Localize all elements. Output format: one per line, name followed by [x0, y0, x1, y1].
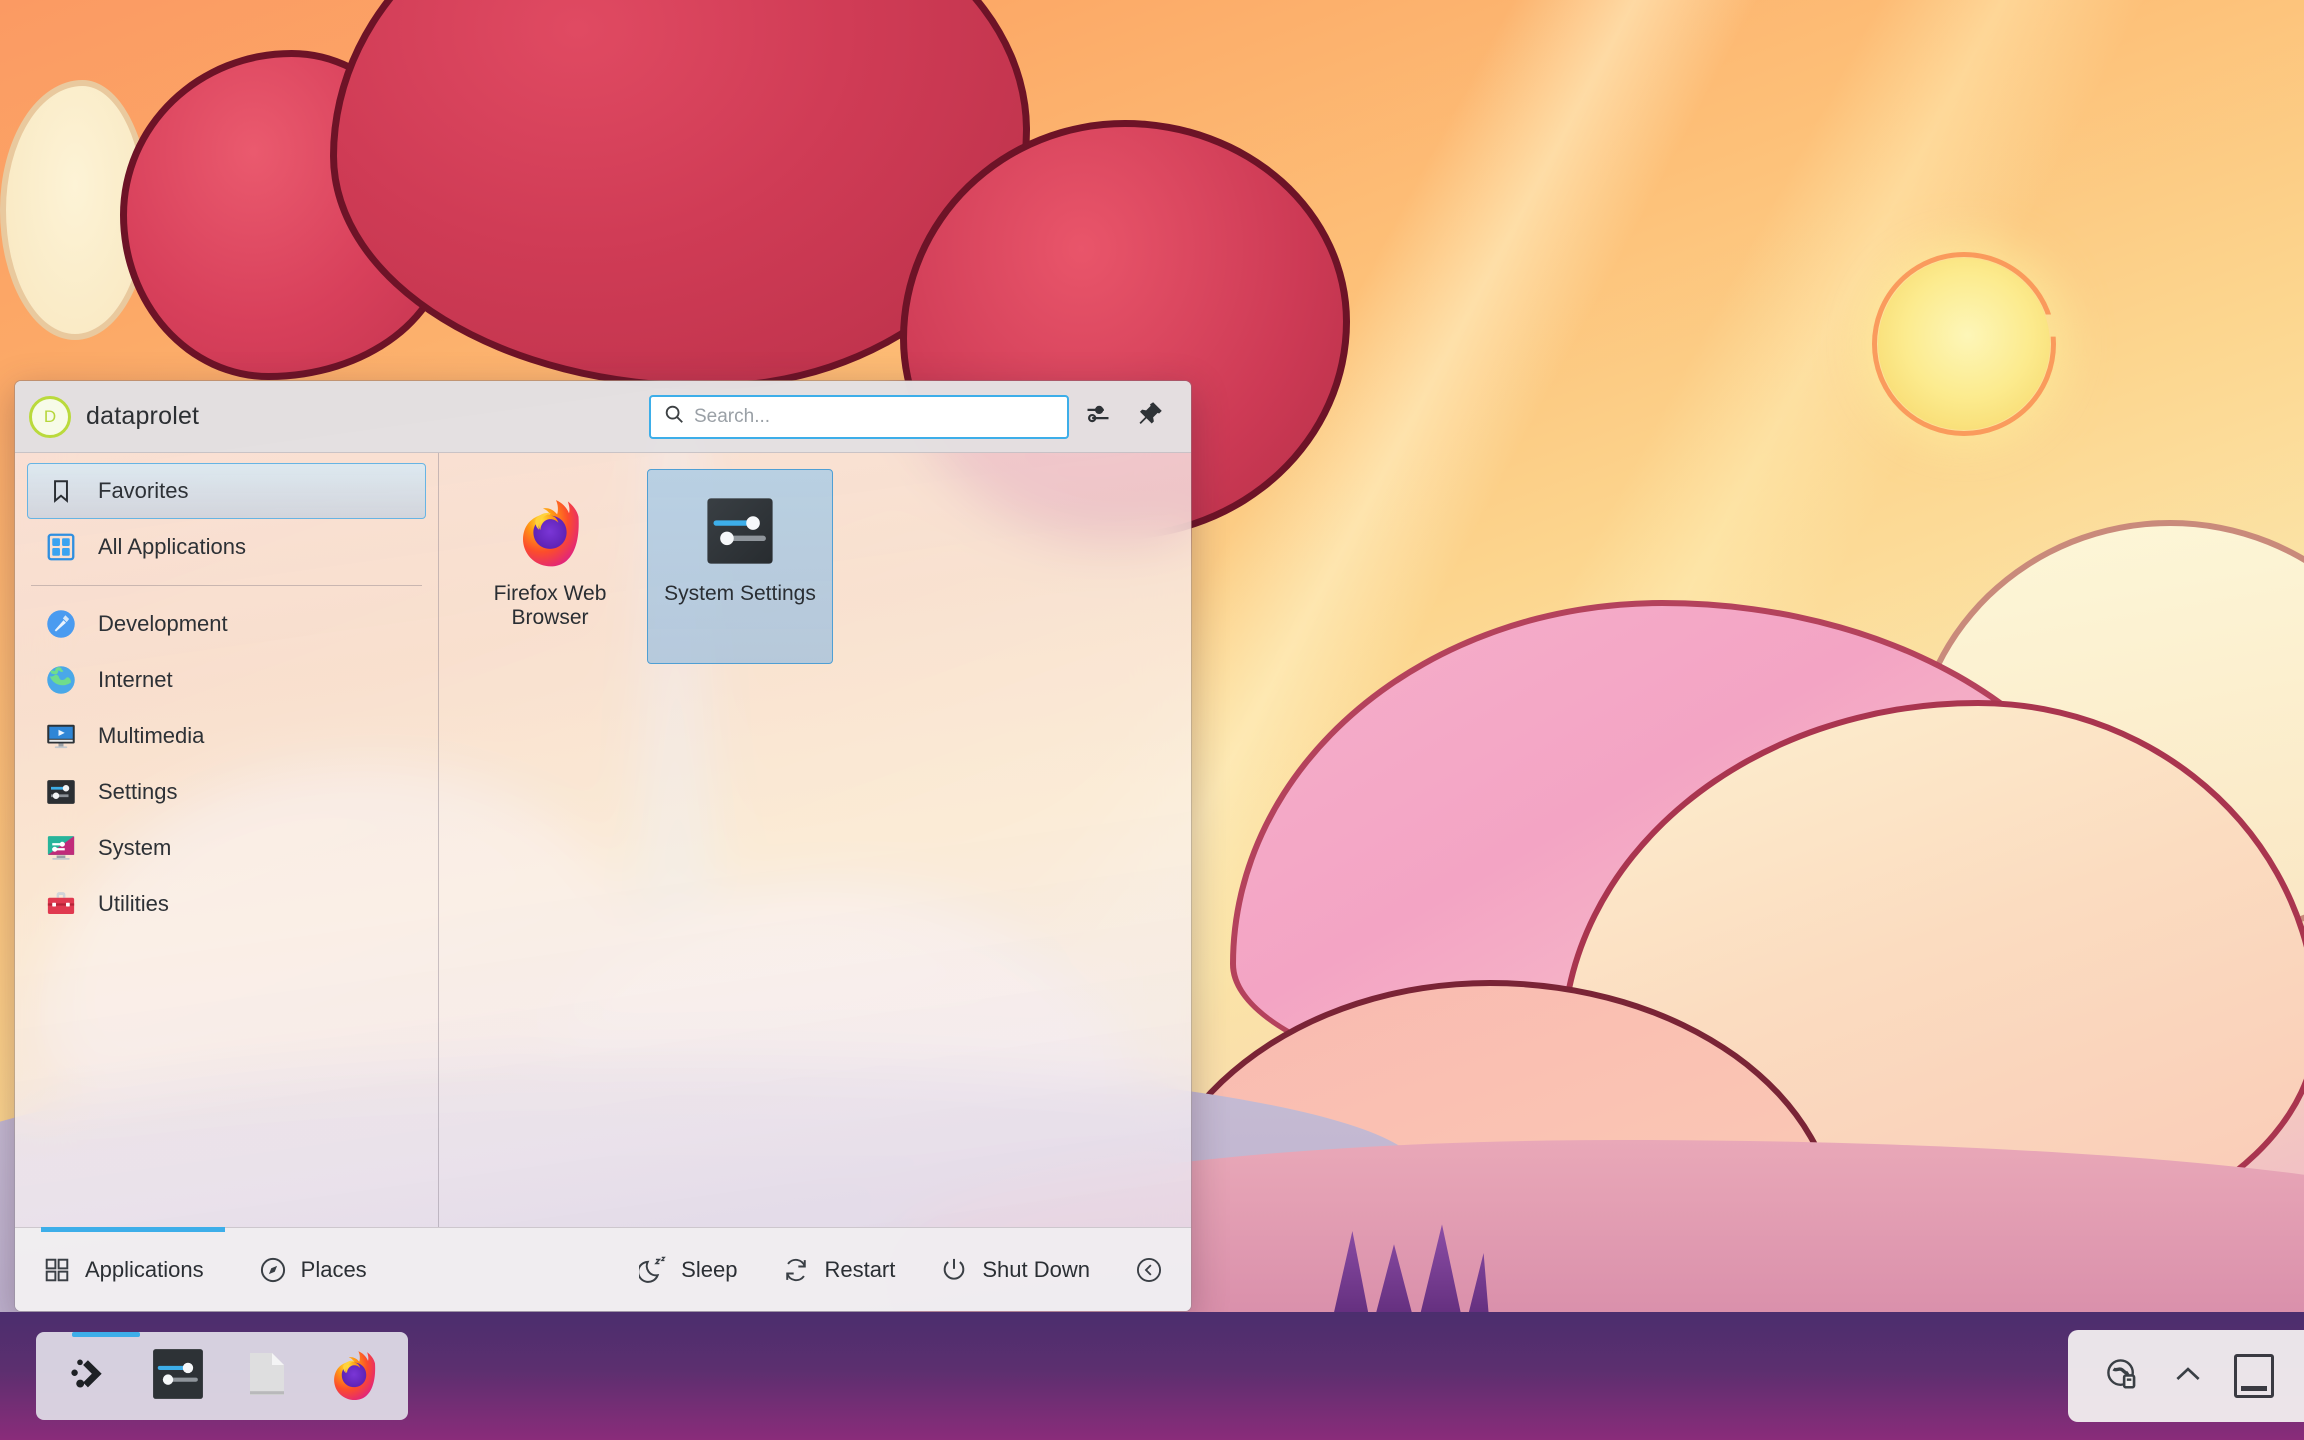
search-input[interactable] — [694, 396, 1067, 437]
launcher-footer: Applications Places Sleep Restart Shut D… — [15, 1227, 1191, 1311]
sun-outline — [1872, 252, 2056, 436]
grid-apps-icon — [46, 532, 76, 562]
system-settings-icon — [152, 1348, 204, 1405]
search-box[interactable] — [649, 394, 1069, 439]
sidebar-item-label: Internet — [98, 667, 173, 692]
system-settings-icon — [699, 490, 781, 572]
sidebar-item-label: Favorites — [98, 478, 189, 503]
active-tab-indicator — [41, 1227, 225, 1232]
task-manager — [36, 1332, 408, 1420]
moon-zzz-icon — [638, 1255, 668, 1285]
sidebar-item-settings[interactable]: Settings — [27, 764, 426, 820]
show-hidden-tray-button[interactable] — [2168, 1356, 2208, 1396]
tab-applications[interactable]: Applications — [37, 1248, 209, 1292]
power-actions: Sleep Restart Shut Down — [633, 1248, 1169, 1292]
sidebar-item-label: Development — [98, 611, 228, 636]
grid-apps-icon — [42, 1255, 72, 1285]
desktop[interactable]: D dataprolet Search... Favorites All App… — [0, 0, 2304, 1440]
power-icon — [939, 1255, 969, 1285]
network-tray-button[interactable] — [2102, 1356, 2142, 1396]
system-icon — [46, 833, 76, 863]
tab-label: Applications — [85, 1256, 204, 1282]
launcher-body: Favorites All Applications Development I… — [15, 453, 1191, 1227]
launcher-sidebar: Favorites All Applications Development I… — [15, 453, 439, 1227]
system-settings-task-button[interactable] — [138, 1336, 218, 1416]
sidebar-item-all-applications[interactable]: All Applications — [27, 519, 426, 575]
restart-button[interactable]: Restart — [776, 1248, 900, 1292]
collapse-button[interactable] — [1129, 1248, 1169, 1292]
pin-icon — [1135, 399, 1165, 434]
settings-sliders-icon — [46, 777, 76, 807]
pin-button[interactable] — [1127, 394, 1173, 440]
internet-globe-icon — [46, 665, 76, 695]
avatar[interactable]: D — [29, 395, 71, 438]
sidebar-item-utilities[interactable]: Utilities — [27, 876, 426, 932]
sidebar-item-development[interactable]: Development — [27, 596, 426, 652]
avatar-initial: D — [43, 406, 57, 426]
launcher-header: D dataprolet — [15, 381, 1191, 453]
document-task-button[interactable] — [226, 1336, 306, 1416]
sleep-button[interactable]: Sleep — [633, 1248, 742, 1292]
sidebar-item-label: Multimedia — [98, 723, 205, 748]
taskbar-panel[interactable] — [0, 1312, 2304, 1440]
chevron-up-icon — [2171, 1357, 2205, 1396]
app-label: Firefox Web Browser — [493, 582, 607, 630]
search-icon — [663, 403, 685, 430]
firefox-icon — [326, 1346, 382, 1407]
sidebar-item-system[interactable]: System — [27, 820, 426, 876]
document-icon — [242, 1350, 290, 1403]
show-desktop-icon — [2234, 1354, 2274, 1398]
sidebar-item-internet[interactable]: Internet — [27, 652, 426, 708]
sidebar-item-label: Settings — [98, 779, 178, 804]
restart-icon — [781, 1255, 811, 1285]
multimedia-icon — [46, 721, 76, 751]
power-label: Shut Down — [982, 1256, 1090, 1282]
firefox-icon — [509, 490, 591, 572]
chevron-left-circle-icon — [1134, 1255, 1164, 1285]
username-label: dataprolet — [86, 402, 200, 430]
sidebar-item-favorites[interactable]: Favorites — [27, 463, 426, 519]
task-active-indicator — [72, 1332, 140, 1337]
globe-network-icon — [2105, 1357, 2139, 1396]
sidebar-item-label: Utilities — [98, 891, 169, 916]
sidebar-divider — [31, 585, 422, 586]
tab-label: Places — [300, 1256, 367, 1282]
power-label: Sleep — [681, 1256, 738, 1282]
sidebar-item-label: System — [98, 835, 172, 860]
application-grid: Firefox Web Browser System Settings — [439, 453, 1191, 1227]
development-icon — [46, 609, 76, 639]
shut-down-button[interactable]: Shut Down — [934, 1248, 1095, 1292]
sidebar-item-multimedia[interactable]: Multimedia — [27, 708, 426, 764]
show-desktop-button[interactable] — [2234, 1354, 2274, 1398]
utilities-toolbox-icon — [46, 889, 76, 919]
application-launcher-menu[interactable]: D dataprolet Search... Favorites All App… — [14, 380, 1192, 1312]
system-tray — [2068, 1330, 2304, 1422]
search-field-wrapper[interactable] — [649, 394, 1069, 439]
tab-places[interactable]: Places — [253, 1248, 372, 1292]
power-label: Restart — [824, 1256, 896, 1282]
compass-icon — [258, 1255, 288, 1285]
app-tile-firefox[interactable]: Firefox Web Browser — [457, 469, 643, 664]
firefox-task-button[interactable] — [314, 1336, 394, 1416]
sliders-icon — [1084, 400, 1112, 433]
sidebar-item-label: All Applications — [98, 534, 246, 559]
kde-logo-icon — [65, 1349, 115, 1404]
kickoff-launcher-button[interactable] — [50, 1336, 130, 1416]
configure-button[interactable] — [1075, 394, 1121, 440]
app-label: System Settings — [664, 582, 816, 605]
bookmark-icon — [46, 476, 76, 506]
app-tile-system-settings[interactable]: System Settings — [647, 469, 833, 664]
